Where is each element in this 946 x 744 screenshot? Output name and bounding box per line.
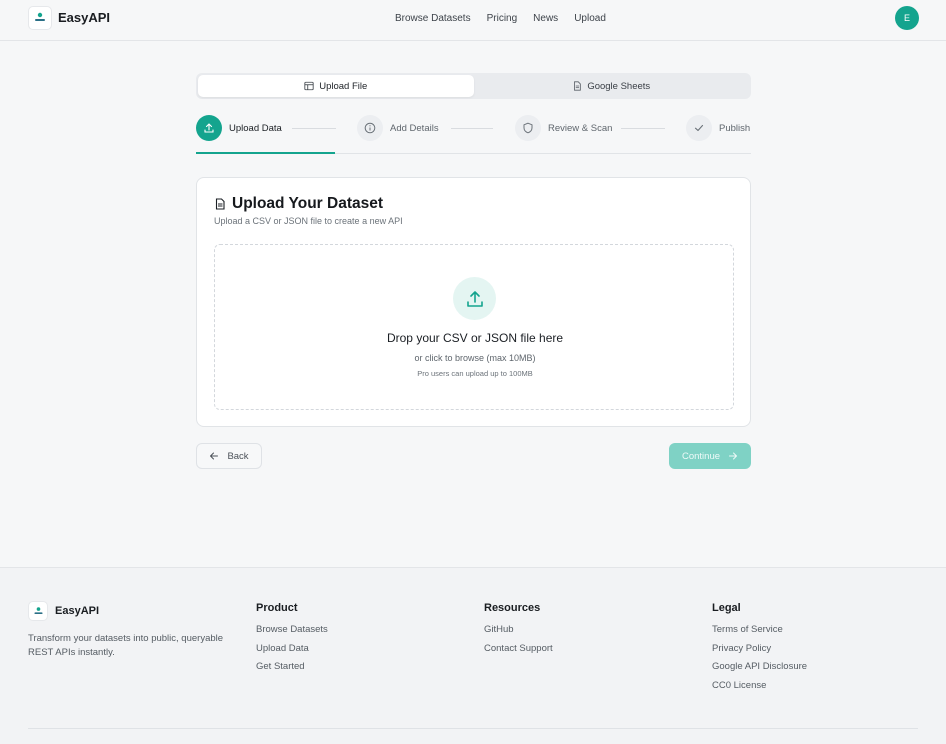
shield-icon bbox=[523, 122, 533, 134]
brand-name[interactable]: EasyAPI bbox=[58, 10, 110, 25]
footer-col-title: Resources bbox=[484, 602, 541, 614]
dropzone-icon-circle bbox=[453, 277, 496, 320]
step-label: Review & Scan bbox=[548, 122, 613, 134]
main-nav: Browse Datasets Pricing News Upload bbox=[395, 13, 606, 24]
footer-logo[interactable] bbox=[28, 601, 48, 621]
info-icon bbox=[364, 122, 376, 134]
footer-link-privacy[interactable]: Privacy Policy bbox=[712, 643, 807, 656]
progress-stepper: Upload Data Add Details Review & Scan Pu… bbox=[196, 115, 751, 155]
nav-browse-datasets[interactable]: Browse Datasets bbox=[395, 13, 471, 24]
continue-button-label: Continue bbox=[681, 450, 721, 462]
footer-link-github[interactable]: GitHub bbox=[484, 624, 553, 637]
arrow-right-icon bbox=[729, 452, 738, 460]
upload-icon bbox=[466, 290, 483, 307]
top-header: EasyAPI Browse Datasets Pricing News Upl… bbox=[0, 0, 946, 41]
step-connector bbox=[292, 128, 336, 129]
footer-link-terms[interactable]: Terms of Service bbox=[712, 624, 807, 637]
step-label: Upload Data bbox=[229, 122, 282, 134]
tab-upload-file[interactable]: Upload File bbox=[198, 75, 474, 97]
logo[interactable] bbox=[28, 6, 52, 30]
back-button-label: Back bbox=[227, 450, 249, 462]
check-icon bbox=[694, 124, 704, 132]
footer-link-upload-data[interactable]: Upload Data bbox=[256, 643, 328, 656]
user-avatar[interactable]: E bbox=[895, 6, 919, 30]
step-circle bbox=[196, 115, 222, 141]
step-label: Publish bbox=[719, 122, 751, 134]
card-title: Upload Your Dataset bbox=[214, 195, 383, 213]
file-icon bbox=[215, 198, 225, 210]
dropzone-pro-note: Pro users can upload up to 100MB bbox=[417, 369, 533, 378]
tab-upload-file-label: Upload File bbox=[319, 80, 368, 92]
logo-icon bbox=[33, 606, 43, 614]
footer-col-resources: Resources GitHub Contact Support bbox=[484, 602, 553, 661]
logo-icon bbox=[35, 12, 45, 21]
table-icon bbox=[304, 81, 314, 91]
footer-link-google-api-disclosure[interactable]: Google API Disclosure bbox=[712, 661, 807, 674]
continue-button[interactable]: Continue bbox=[669, 443, 751, 469]
tab-google-sheets[interactable]: Google Sheets bbox=[474, 75, 750, 97]
dropzone-subtitle: or click to browse (max 10MB) bbox=[414, 353, 536, 363]
stepper-progress bbox=[196, 152, 335, 154]
step-label: Add Details bbox=[390, 122, 439, 134]
footer-link-contact-support[interactable]: Contact Support bbox=[484, 643, 553, 656]
footer-link-cc0-license[interactable]: CC0 License bbox=[712, 680, 807, 693]
step-circle bbox=[515, 115, 541, 141]
arrow-left-icon bbox=[210, 452, 219, 460]
footer-divider bbox=[28, 728, 918, 729]
footer-col-product: Product Browse Datasets Upload Data Get … bbox=[256, 602, 328, 680]
step-upload-data: Upload Data bbox=[196, 115, 282, 141]
file-dropzone[interactable]: Drop your CSV or JSON file here or click… bbox=[214, 244, 734, 410]
footer-brand: EasyAPI bbox=[55, 605, 100, 617]
back-button[interactable]: Back bbox=[196, 443, 262, 469]
step-circle bbox=[357, 115, 383, 141]
upload-card: Upload Your Dataset Upload a CSV or JSON… bbox=[196, 177, 751, 427]
footer-link-get-started[interactable]: Get Started bbox=[256, 661, 328, 674]
footer-link-browse-datasets[interactable]: Browse Datasets bbox=[256, 624, 328, 637]
step-connector bbox=[621, 128, 665, 129]
footer-col-legal: Legal Terms of Service Privacy Policy Go… bbox=[712, 602, 807, 698]
footer: EasyAPI Transform your datasets into pub… bbox=[0, 567, 946, 744]
sheet-icon bbox=[574, 81, 582, 91]
nav-upload[interactable]: Upload bbox=[574, 13, 606, 24]
card-subtitle: Upload a CSV or JSON file to create a ne… bbox=[214, 216, 403, 226]
footer-col-title: Product bbox=[256, 602, 298, 614]
footer-tagline: Transform your datasets into public, que… bbox=[28, 633, 224, 658]
upload-source-tabs: Upload File Google Sheets bbox=[196, 73, 751, 99]
step-publish: Publish bbox=[686, 115, 750, 141]
tab-google-sheets-label: Google Sheets bbox=[587, 80, 651, 92]
card-title-text: Upload Your Dataset bbox=[232, 195, 384, 212]
upload-icon bbox=[204, 123, 214, 133]
step-add-details: Add Details bbox=[357, 115, 439, 141]
step-review-scan: Review & Scan bbox=[515, 115, 612, 141]
nav-news[interactable]: News bbox=[533, 13, 558, 24]
step-connector bbox=[451, 128, 493, 129]
dropzone-title: Drop your CSV or JSON file here bbox=[386, 331, 564, 345]
nav-pricing[interactable]: Pricing bbox=[487, 13, 518, 24]
footer-col-title: Legal bbox=[712, 602, 741, 614]
step-circle bbox=[686, 115, 712, 141]
